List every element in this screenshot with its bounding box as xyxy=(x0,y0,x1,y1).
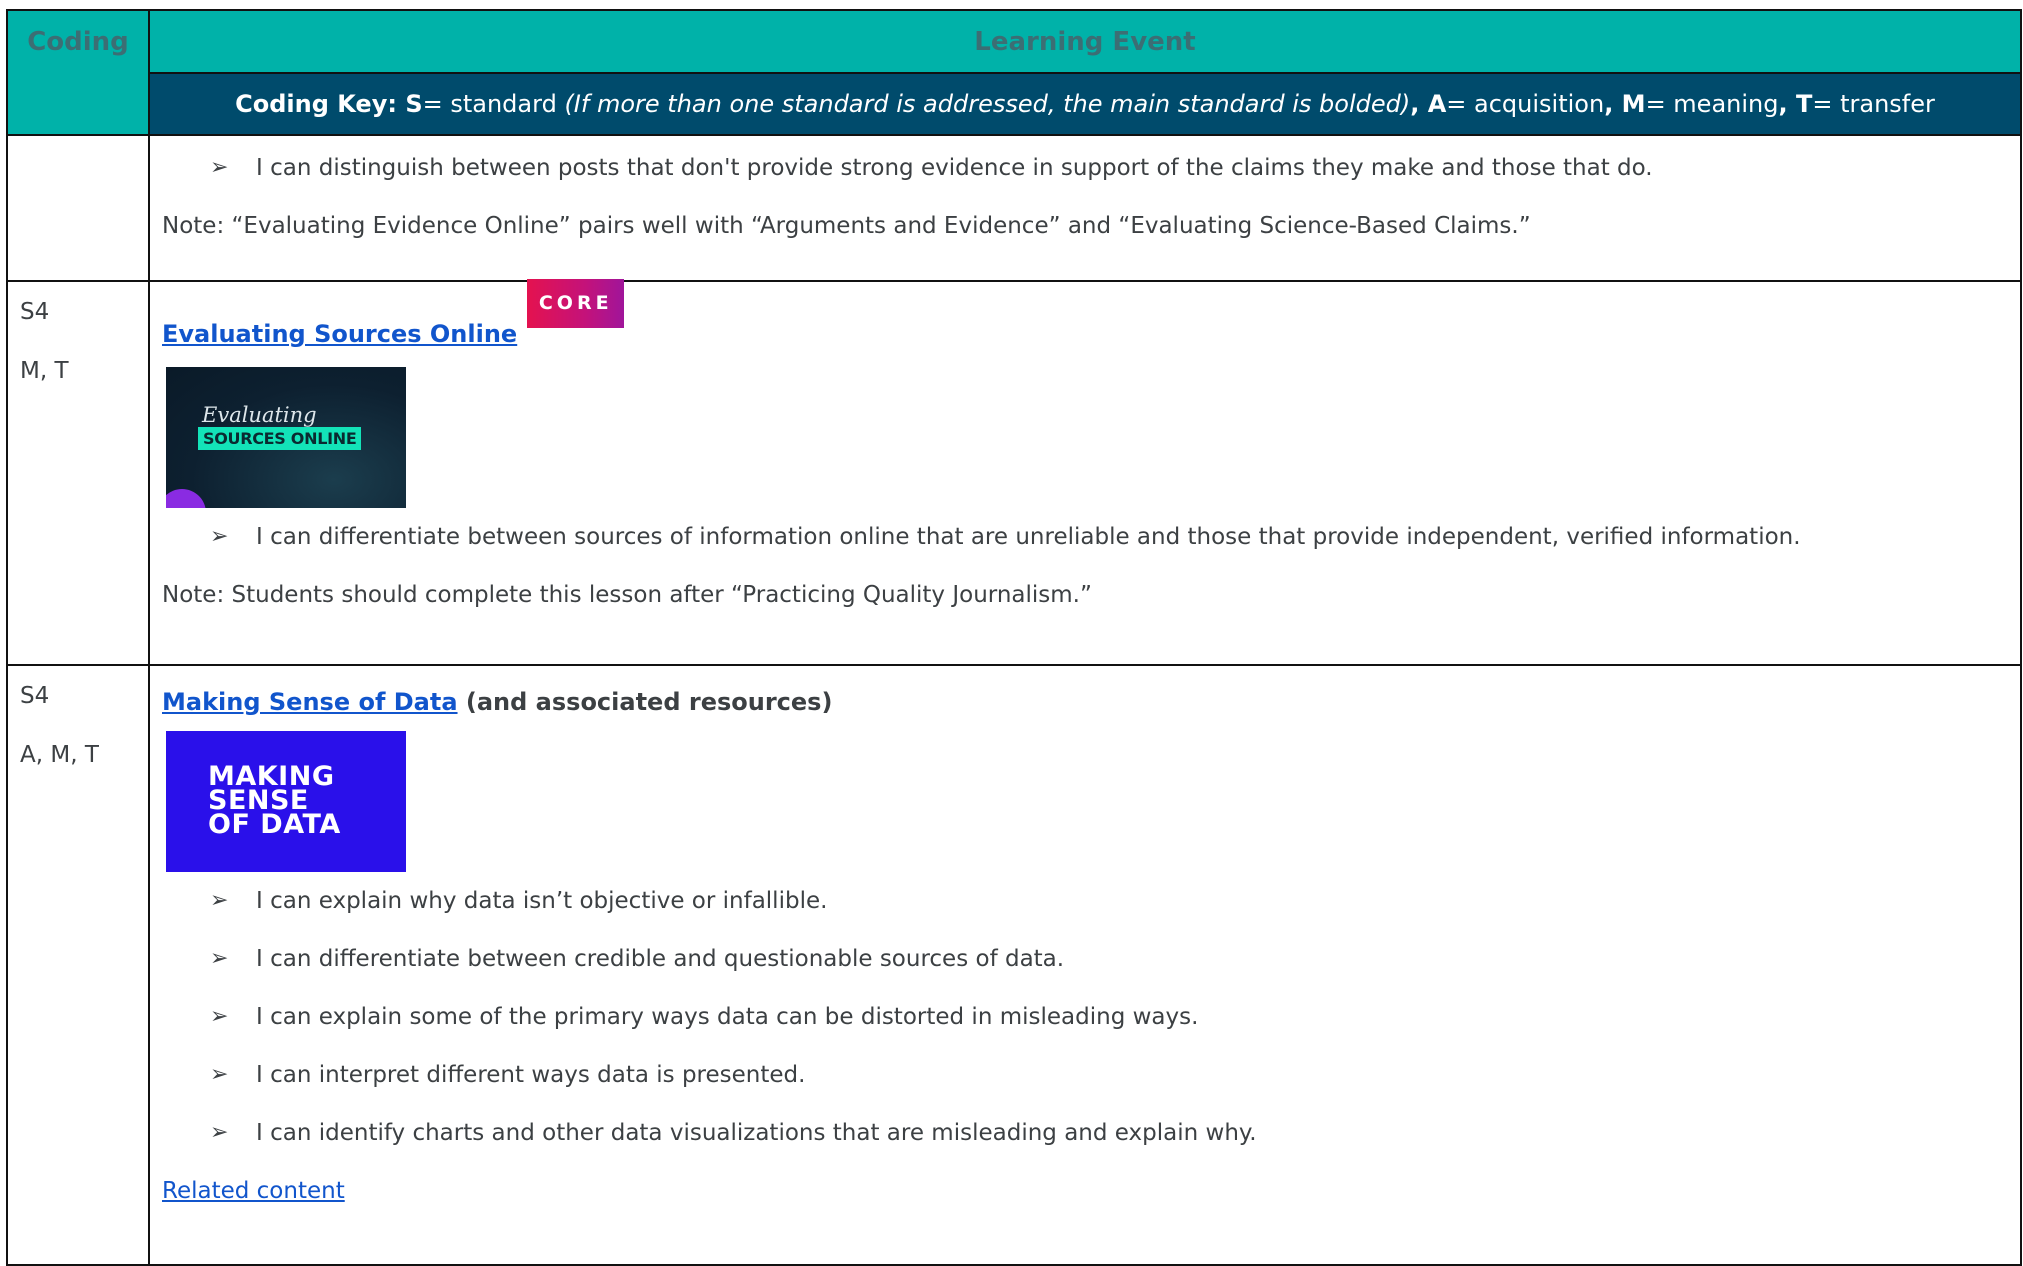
learning-event-cell: Making Sense of Data (and associated res… xyxy=(148,664,2022,1266)
lesson-thumbnail[interactable]: MAKING SENSE OF DATA xyxy=(166,731,406,872)
lesson-note: Note: Students should complete this less… xyxy=(162,582,1092,608)
learning-target: ➢ I can differentiate between sources of… xyxy=(162,508,2020,566)
thumbnail-title-line2: SOURCES ONLINE xyxy=(198,427,362,450)
coding-key-a-text: = acquisition xyxy=(1446,90,1605,118)
lesson-title-line: Evaluating Sources Online CORE xyxy=(162,279,2020,356)
coding-cell: S4 A, M, T xyxy=(6,664,150,1266)
coding-key-a: A xyxy=(1427,90,1447,118)
learning-event-header-label: Learning Event xyxy=(974,26,1196,57)
arrow-bullet-icon: ➢ xyxy=(210,946,229,971)
table-row: S4 M, T Evaluating Sources Online CORE E… xyxy=(6,279,2022,666)
learning-event-cell: ➢ I can distinguish between posts that d… xyxy=(148,134,2022,282)
arrow-bullet-icon: ➢ xyxy=(210,1120,229,1145)
coding-header: Coding xyxy=(6,9,150,136)
learning-target-text: I can explain why data isn’t objective o… xyxy=(256,888,828,914)
learning-target-text: I can explain some of the primary ways d… xyxy=(256,1004,1199,1030)
learning-target-text: I can distinguish between posts that don… xyxy=(256,155,1653,181)
lesson-title-line: Making Sense of Data (and associated res… xyxy=(162,666,2020,719)
coding-key-row: Coding Key: S= standard (If more than on… xyxy=(7,72,2022,136)
arrow-bullet-icon: ➢ xyxy=(210,888,229,913)
related-content: Related content xyxy=(162,1162,2020,1220)
level-codes: M, T xyxy=(20,358,69,384)
lesson-thumbnail[interactable]: Evaluating SOURCES ONLINE xyxy=(166,367,406,508)
related-content-link[interactable]: Related content xyxy=(162,1178,345,1204)
lesson-link-evaluating-sources-online[interactable]: Evaluating Sources Online xyxy=(162,318,517,350)
coding-key-prefix: Coding Key: xyxy=(235,90,406,118)
learning-events-table: Coding Learning Event Coding Key: S= sta… xyxy=(6,9,2022,1266)
decorative-circle-icon xyxy=(166,489,206,508)
learning-target-text: I can identify charts and other data vis… xyxy=(256,1120,1257,1146)
header-row: Coding Learning Event xyxy=(6,9,2022,136)
learning-target: ➢ I can explain some of the primary ways… xyxy=(162,988,2020,1046)
standard-code: S4 xyxy=(20,299,50,325)
learning-target-text: I can differentiate between sources of i… xyxy=(256,524,1801,550)
lesson-title-suffix: (and associated resources) xyxy=(457,688,833,716)
coding-key-t-text: = transfer xyxy=(1812,90,1935,118)
lesson-link-making-sense-of-data[interactable]: Making Sense of Data xyxy=(162,688,458,716)
learning-target-text: I can interpret different ways data is p… xyxy=(256,1062,806,1088)
standard-code: S4 xyxy=(20,683,50,709)
lesson-note: Note: “Evaluating Evidence Online” pairs… xyxy=(162,213,1531,239)
thumbnail-title-line3: OF DATA xyxy=(208,809,341,840)
coding-key: Coding Key: S= standard (If more than on… xyxy=(148,72,2022,136)
arrow-bullet-icon: ➢ xyxy=(210,1062,229,1087)
coding-cell xyxy=(6,134,150,282)
thumbnail-title-line1: Evaluating xyxy=(202,403,317,427)
learning-event-header: Learning Event xyxy=(148,9,2022,74)
arrow-bullet-icon: ➢ xyxy=(210,1004,229,1029)
table-row: S4 A, M, T Making Sense of Data (and ass… xyxy=(6,664,2022,1266)
learning-target: ➢ I can distinguish between posts that d… xyxy=(162,139,2020,197)
arrow-bullet-icon: ➢ xyxy=(210,155,229,180)
coding-key-sep: , xyxy=(1410,90,1428,118)
arrow-bullet-icon: ➢ xyxy=(210,524,229,549)
coding-key-t: T xyxy=(1795,90,1813,118)
coding-key-m: M xyxy=(1621,90,1646,118)
learning-target: ➢ I can explain why data isn’t objective… xyxy=(162,872,2020,930)
learning-event-cell: Evaluating Sources Online CORE Evaluatin… xyxy=(148,279,2022,666)
coding-key-sep: , xyxy=(1604,90,1622,118)
learning-target-text: I can differentiate between credible and… xyxy=(256,946,1065,972)
coding-key-m-text: = meaning xyxy=(1645,90,1779,118)
learning-target: ➢ I can differentiate between credible a… xyxy=(162,930,2020,988)
coding-header-label: Coding xyxy=(27,27,129,57)
core-badge: CORE xyxy=(527,279,625,328)
level-codes: A, M, T xyxy=(20,742,99,768)
coding-key-sep: , xyxy=(1778,90,1796,118)
coding-key-s: S xyxy=(405,90,423,118)
coding-key-s-text: = standard xyxy=(422,90,565,118)
coding-key-note: (If more than one standard is addressed,… xyxy=(564,90,1411,118)
table-row: ➢ I can distinguish between posts that d… xyxy=(6,134,2022,282)
coding-cell: S4 M, T xyxy=(6,280,150,666)
learning-target: ➢ I can interpret different ways data is… xyxy=(162,1046,2020,1104)
learning-target: ➢ I can identify charts and other data v… xyxy=(162,1104,2020,1162)
